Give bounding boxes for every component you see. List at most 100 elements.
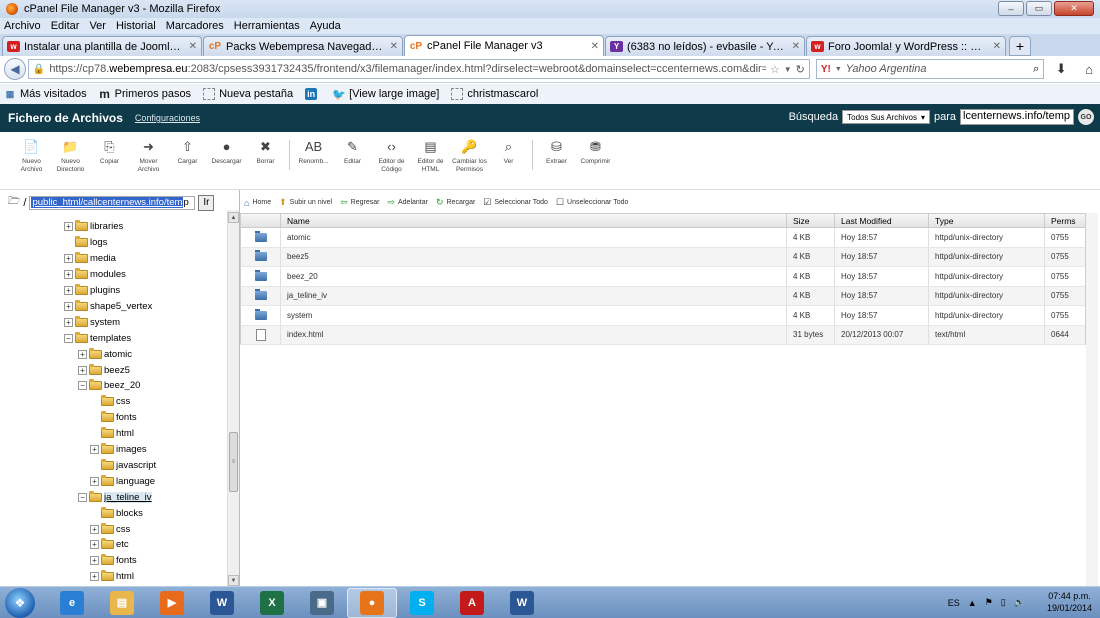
bookmark-star-icon[interactable]: ☆ xyxy=(770,63,780,76)
forward-action[interactable]: ⇨ Adelantar xyxy=(387,197,428,208)
tree-item[interactable]: + beez5 xyxy=(78,363,130,377)
collapse-icon[interactable]: − xyxy=(64,333,73,343)
tree-item[interactable]: html xyxy=(90,427,134,441)
root-folder-icon[interactable]: 🗁 xyxy=(8,194,20,211)
tree-item[interactable]: + system xyxy=(64,315,120,329)
up-level-action[interactable]: ⬆ Subir un nivel xyxy=(279,197,332,208)
search-engine-dropdown-icon[interactable]: ▼ xyxy=(835,66,842,73)
table-row[interactable]: ja_teline_iv 4 KB Hoy 18:57 httpd/unix-dire… xyxy=(240,286,1086,306)
tree-item[interactable]: + shape5_vertex xyxy=(64,299,152,313)
tree-item[interactable]: blocks xyxy=(90,506,143,520)
expand-icon[interactable]: + xyxy=(64,301,73,311)
back-button[interactable]: ◀ xyxy=(4,58,26,80)
menu-ver[interactable]: Ver xyxy=(89,20,106,32)
start-button[interactable]: ❖ xyxy=(5,587,35,618)
taskbar-app-button[interactable]: ▣ xyxy=(297,588,347,618)
view-button[interactable]: ⌕ Ver xyxy=(489,138,528,166)
tree-item[interactable]: css xyxy=(90,395,130,409)
path-input[interactable]: public_html/callcenternews.info/tem p xyxy=(29,195,196,210)
bookmark-primeros-pasos[interactable]: m Primeros pasos xyxy=(99,87,191,101)
menu-marcadores[interactable]: Marcadores xyxy=(166,20,224,32)
download-button[interactable]: ● Descargar xyxy=(207,138,246,166)
tab-yahoo-mail[interactable]: Y (6383 no leídos) - evbasile - Yahoo Ma… xyxy=(605,36,805,56)
collapse-icon[interactable]: − xyxy=(78,381,87,391)
menu-historial[interactable]: Historial xyxy=(116,20,156,32)
expand-icon[interactable]: + xyxy=(78,365,87,375)
tree-item[interactable]: javascript xyxy=(90,458,156,472)
move-button[interactable]: ➜ Mover Archivo xyxy=(129,138,168,174)
bookmark-christmascarol[interactable]: christmascarol xyxy=(451,88,538,100)
tray-expand-icon[interactable]: ▲ xyxy=(968,598,977,608)
expand-icon[interactable]: + xyxy=(64,270,73,280)
taskbar-firefox-button[interactable]: ● xyxy=(347,587,397,618)
expand-icon[interactable]: + xyxy=(64,286,73,295)
reload-icon[interactable]: ↻ xyxy=(796,63,805,76)
taskbar-word2-button[interactable]: W xyxy=(497,588,547,618)
tree-item[interactable]: language xyxy=(64,210,129,212)
expand-icon[interactable]: + xyxy=(64,317,73,327)
expand-icon[interactable]: + xyxy=(90,556,99,566)
expand-icon[interactable]: + xyxy=(64,254,73,264)
bookmark-nueva-pestana[interactable]: Nueva pestaña xyxy=(203,88,293,100)
table-row[interactable]: atomic 4 KB Hoy 18:57 httpd/unix-directory 0… xyxy=(240,228,1086,248)
unselect-all-action[interactable]: ☐ Unseleccionar Todo xyxy=(556,197,628,208)
new-tab-button[interactable]: + xyxy=(1009,36,1031,56)
new-folder-button[interactable]: 📁 Nuevo Directorio xyxy=(51,138,90,174)
bookmark-linkedin[interactable]: in xyxy=(305,88,321,100)
search-scope-select[interactable]: Todos Sus Archivos ▾ xyxy=(842,110,930,124)
extract-button[interactable]: ⛁ Extraer xyxy=(537,138,576,166)
tree-item[interactable]: + css xyxy=(90,522,130,536)
code-editor-button[interactable]: ‹› Editor de Código xyxy=(372,138,411,174)
taskbar-skype-button[interactable]: S xyxy=(397,588,447,618)
tree-item[interactable]: + atomic xyxy=(78,347,132,361)
tree-item[interactable]: + language xyxy=(90,474,155,488)
expand-icon[interactable]: + xyxy=(64,222,73,232)
close-button[interactable]: ✕ xyxy=(1054,1,1094,16)
column-size[interactable]: Size xyxy=(787,214,835,227)
table-row[interactable]: beez5 4 KB Hoy 18:57 httpd/unix-directory 07… xyxy=(240,247,1086,267)
home-action[interactable]: ⌂ Home xyxy=(244,198,271,208)
expand-icon[interactable]: + xyxy=(90,445,99,454)
downloads-icon[interactable]: ⬇ xyxy=(1050,61,1072,77)
menu-ayuda[interactable]: Ayuda xyxy=(310,20,341,32)
language-indicator[interactable]: ES xyxy=(948,598,960,608)
tree-item[interactable]: fonts xyxy=(90,411,137,425)
tree-item[interactable]: + fonts xyxy=(90,554,137,568)
taskbar-acrobat-button[interactable]: A xyxy=(447,588,497,618)
bookmark-mas-visitados[interactable]: ▦ Más visitados xyxy=(4,88,87,100)
tree-item[interactable]: + images xyxy=(90,443,147,457)
menu-herramientas[interactable]: Herramientas xyxy=(234,20,300,32)
go-path-button[interactable]: Ir xyxy=(198,194,215,211)
tree-scrollbar[interactable]: ▲ ≡ ▼ xyxy=(227,210,239,586)
tree-item[interactable]: − templates xyxy=(64,331,131,345)
tree-item[interactable]: + plugins xyxy=(64,284,120,298)
taskbar-media-button[interactable]: ▶ xyxy=(147,588,197,618)
tree-item[interactable]: + etc xyxy=(90,538,129,552)
expand-icon[interactable]: + xyxy=(90,524,99,534)
tab-close-icon[interactable]: ✕ xyxy=(591,41,599,52)
go-button[interactable]: GO xyxy=(1078,109,1094,125)
tab-packs-webempresa[interactable]: cP Packs Webempresa Navegador de Ap... ✕ xyxy=(203,36,403,56)
dropdown-arrow-icon[interactable]: ▼ xyxy=(784,65,792,74)
tree-item[interactable]: − ja_teline_iv xyxy=(78,490,152,504)
search-bar[interactable]: Y! ▼ Yahoo Argentina ⌕ xyxy=(815,59,1045,79)
search-input[interactable]: Yahoo Argentina xyxy=(846,63,1029,75)
menu-archivo[interactable]: Archivo xyxy=(4,20,41,32)
volume-icon[interactable]: 🔈 xyxy=(1014,597,1025,608)
edit-button[interactable]: ✎ Editar xyxy=(333,138,372,166)
tree-item[interactable]: + media xyxy=(64,252,116,266)
html-editor-button[interactable]: ▤ Editor de HTML xyxy=(411,138,450,174)
tab-close-icon[interactable]: ✕ xyxy=(792,41,800,52)
select-all-action[interactable]: ☑ Seleccionar Todo xyxy=(483,197,548,208)
expand-icon[interactable]: + xyxy=(78,349,87,359)
flag-icon[interactable]: ⚑ xyxy=(985,597,993,608)
settings-link[interactable]: Configuraciones xyxy=(135,113,200,123)
compress-button[interactable]: ⛃ Comprimir xyxy=(576,138,615,166)
tab-close-icon[interactable]: ✕ xyxy=(390,41,398,52)
clock[interactable]: 07:44 p.m. 19/01/2014 xyxy=(1047,591,1092,614)
permissions-button[interactable]: 🔑 Cambiar los Permisos xyxy=(450,138,489,174)
upload-button[interactable]: ⇧ Cargar xyxy=(168,138,207,166)
home-icon[interactable]: ⌂ xyxy=(1078,62,1100,77)
taskbar-ie-button[interactable]: e xyxy=(47,588,97,618)
delete-button[interactable]: ✖ Borrar xyxy=(246,138,285,166)
